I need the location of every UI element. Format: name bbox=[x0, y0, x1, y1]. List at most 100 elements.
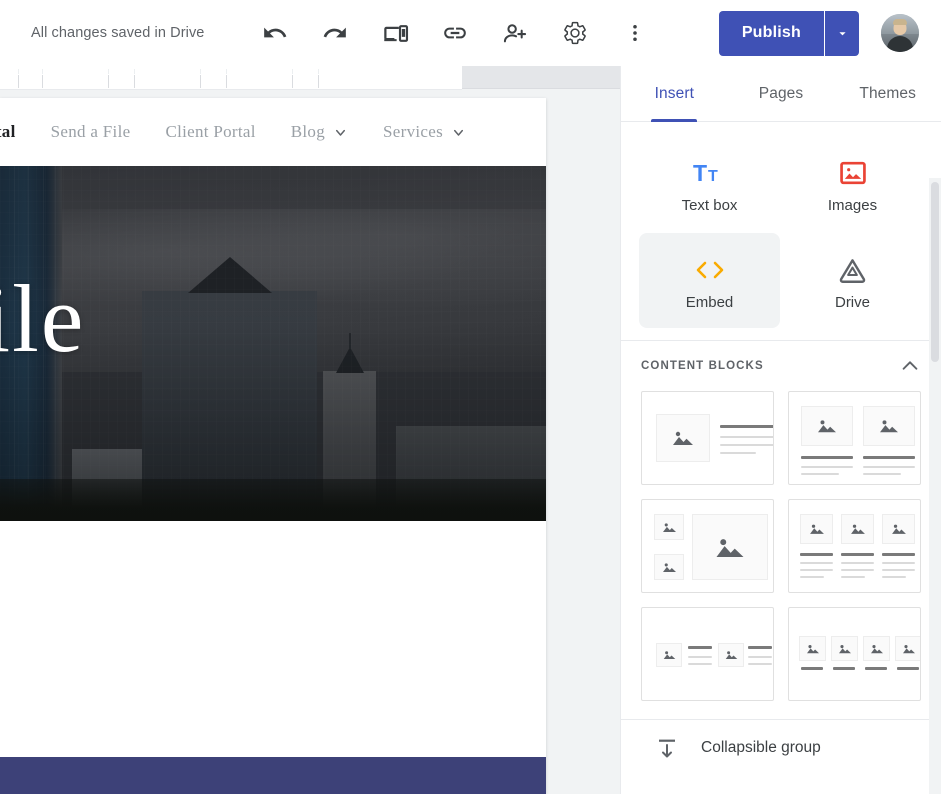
redo-button[interactable] bbox=[311, 9, 359, 57]
insert-quick-actions: T T Text box Images Embed Drive bbox=[621, 122, 941, 334]
editor-canvas-area: rtal Send a File Client Portal Blog Serv… bbox=[0, 66, 620, 794]
site-navigation-bar: rtal Send a File Client Portal Blog Serv… bbox=[0, 98, 546, 166]
ruler-tick-small bbox=[42, 69, 43, 74]
link-icon bbox=[444, 27, 467, 39]
images-icon bbox=[839, 153, 867, 193]
text-line bbox=[688, 646, 712, 649]
text-line bbox=[748, 646, 772, 649]
panel-scroll-region: T T Text box Images Embed Drive CONTENT … bbox=[621, 122, 941, 794]
text-line bbox=[720, 436, 773, 438]
content-block-image-left-text-right[interactable] bbox=[641, 391, 774, 485]
ruler-tick bbox=[200, 75, 201, 88]
panel-scrollbar-thumb[interactable] bbox=[931, 182, 939, 362]
site-nav-item-brand[interactable]: rtal bbox=[0, 122, 16, 142]
site-nav-item-services[interactable]: Services bbox=[383, 122, 466, 142]
insert-side-panel: Insert Pages Themes T T Text box Images … bbox=[620, 66, 941, 794]
text-line bbox=[800, 562, 833, 564]
text-line bbox=[841, 576, 865, 578]
text-box-icon: T T bbox=[693, 153, 727, 193]
image-placeholder-icon bbox=[801, 406, 853, 446]
site-nav-item-client-portal[interactable]: Client Portal bbox=[165, 122, 255, 142]
ruler-tick bbox=[42, 75, 43, 88]
tab-pages[interactable]: Pages bbox=[728, 66, 835, 121]
content-block-four-images-with-captions[interactable] bbox=[788, 607, 921, 701]
text-line bbox=[882, 569, 915, 571]
content-block-three-images-with-captions[interactable] bbox=[788, 499, 921, 593]
image-placeholder-icon bbox=[841, 514, 874, 544]
image-placeholder-icon bbox=[692, 514, 768, 580]
sites-editor-window: All changes saved in Drive Publish al Se… bbox=[0, 0, 941, 794]
insert-drive-button[interactable]: Drive bbox=[782, 233, 923, 328]
insert-text-box-button[interactable]: T T Text box bbox=[639, 136, 780, 231]
ruler-tick bbox=[292, 75, 293, 88]
ruler-tick-small bbox=[200, 69, 201, 74]
collapsible-group-icon bbox=[659, 739, 675, 758]
image-placeholder-icon bbox=[831, 636, 858, 661]
tab-label: Themes bbox=[859, 84, 916, 102]
site-nav-item-blog[interactable]: Blog bbox=[291, 122, 348, 142]
text-line bbox=[748, 663, 772, 665]
text-line bbox=[841, 562, 874, 564]
site-nav-label: Services bbox=[383, 122, 444, 141]
preview-devices-icon bbox=[384, 24, 409, 42]
content-blocks-grid bbox=[621, 387, 941, 715]
publish-divider bbox=[824, 10, 825, 56]
site-footer-band bbox=[0, 757, 546, 794]
insert-images-button[interactable]: Images bbox=[782, 136, 923, 231]
text-line bbox=[688, 656, 712, 658]
ruler-tick bbox=[108, 75, 109, 88]
text-line bbox=[841, 553, 874, 556]
more-options-button[interactable] bbox=[611, 9, 659, 57]
site-page-preview[interactable]: rtal Send a File Client Portal Blog Serv… bbox=[0, 98, 546, 794]
image-placeholder-icon bbox=[656, 643, 682, 667]
site-nav-label: Send a File bbox=[50, 122, 131, 141]
publish-button-group: Publish bbox=[718, 10, 859, 56]
text-line bbox=[801, 473, 839, 475]
more-vert-icon bbox=[633, 24, 638, 42]
content-block-two-small-one-large[interactable] bbox=[641, 499, 774, 593]
content-blocks-title: CONTENT BLOCKS bbox=[641, 360, 764, 372]
text-line bbox=[748, 656, 772, 658]
tab-insert[interactable]: Insert bbox=[621, 66, 728, 121]
avatar[interactable] bbox=[881, 14, 919, 52]
text-line bbox=[688, 663, 712, 665]
content-block-two-images-with-captions[interactable] bbox=[788, 391, 921, 485]
top-toolbar: All changes saved in Drive Publish bbox=[0, 0, 941, 66]
share-button[interactable] bbox=[491, 9, 539, 57]
site-nav-label: Client Portal bbox=[165, 122, 256, 141]
text-line bbox=[882, 576, 906, 578]
image-placeholder-icon bbox=[656, 414, 710, 462]
image-placeholder-icon bbox=[800, 514, 833, 544]
ruler-tick-small bbox=[18, 69, 19, 74]
horizontal-ruler[interactable] bbox=[0, 66, 462, 90]
publish-button[interactable]: Publish bbox=[718, 10, 824, 56]
text-line bbox=[801, 667, 823, 670]
insert-item-label: Drive bbox=[834, 294, 870, 311]
image-placeholder-icon bbox=[654, 554, 684, 580]
text-line bbox=[800, 569, 833, 571]
hero-title[interactable]: File bbox=[0, 271, 85, 367]
avatar-hair bbox=[893, 19, 907, 25]
content-blocks-section-header[interactable]: CONTENT BLOCKS bbox=[621, 340, 941, 387]
tab-themes[interactable]: Themes bbox=[834, 66, 941, 121]
page-body-blank[interactable] bbox=[0, 521, 546, 757]
text-line bbox=[863, 466, 915, 468]
preview-button[interactable] bbox=[371, 9, 419, 57]
image-placeholder-icon bbox=[718, 643, 744, 667]
publish-dropdown-button[interactable] bbox=[825, 10, 859, 56]
text-line bbox=[800, 576, 824, 578]
settings-button[interactable] bbox=[551, 9, 599, 57]
site-nav-item-send-a-file[interactable]: Send a File bbox=[51, 122, 131, 142]
chevron-up-icon[interactable] bbox=[899, 355, 921, 377]
insert-embed-button[interactable]: Embed bbox=[639, 233, 780, 328]
hero-banner[interactable]: File bbox=[0, 166, 546, 521]
insert-collapsible-group-button[interactable]: Collapsible group bbox=[621, 720, 941, 770]
content-block-two-image-text-pairs[interactable] bbox=[641, 607, 774, 701]
text-line bbox=[882, 553, 915, 556]
text-line bbox=[865, 667, 887, 670]
site-nav-label: Blog bbox=[290, 122, 326, 141]
image-placeholder-icon bbox=[799, 636, 826, 661]
undo-button[interactable] bbox=[251, 9, 299, 57]
tab-label: Pages bbox=[758, 84, 804, 102]
copy-link-button[interactable] bbox=[431, 9, 479, 57]
